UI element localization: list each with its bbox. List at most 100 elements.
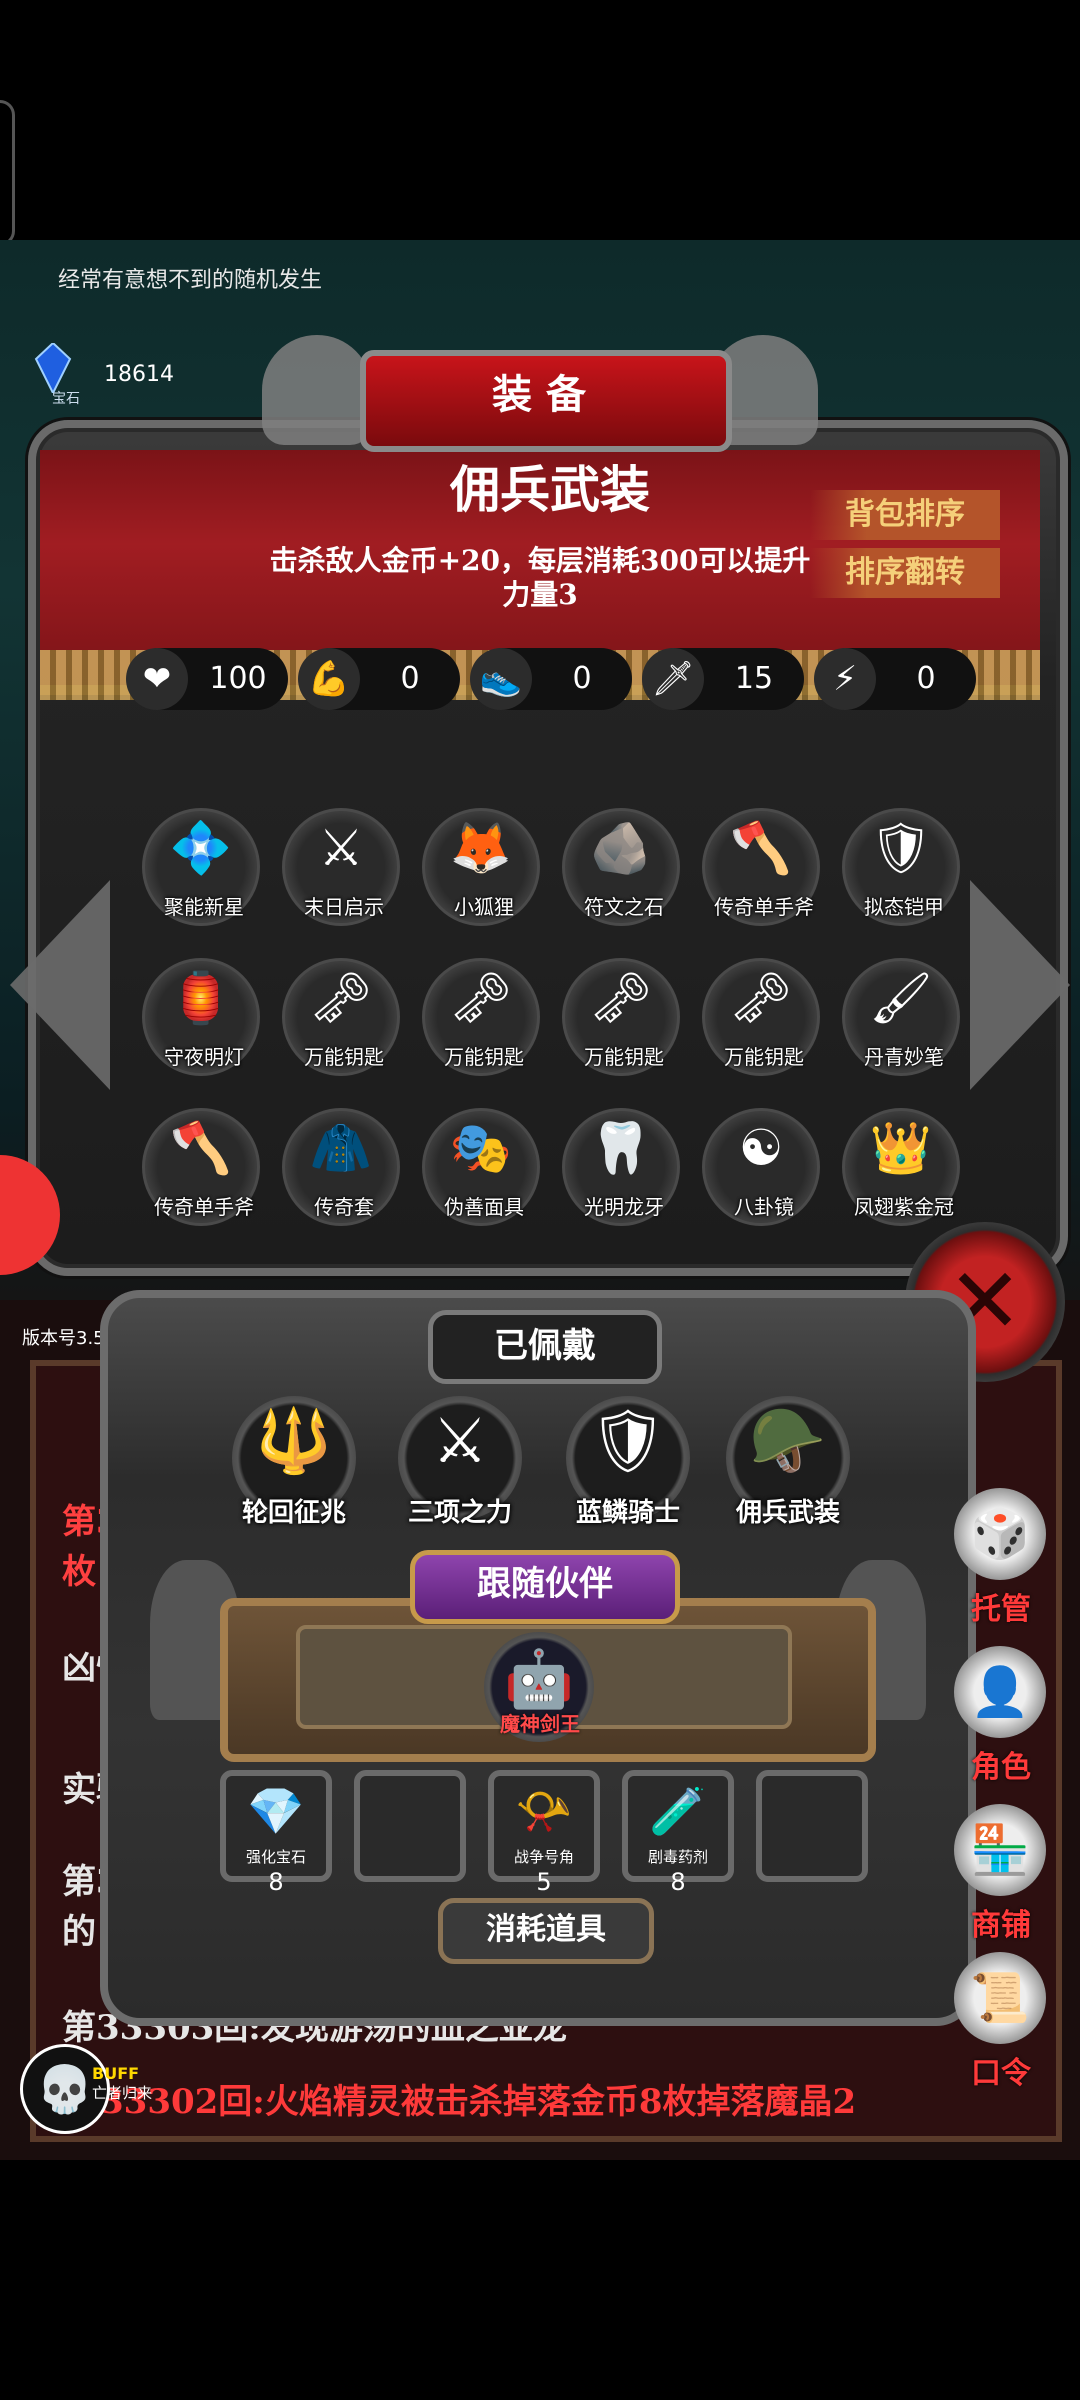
log-line: 枚 <box>62 1552 96 1592</box>
inventory-slot[interactable]: 🗝 万能钥匙 <box>422 958 540 1076</box>
inventory-slot[interactable]: ☯ 八卦镜 <box>702 1108 820 1226</box>
buff-sublabel: 亡者归来 <box>92 2084 153 2102</box>
item-label: 传奇套 <box>314 1195 374 1219</box>
inventory-slot[interactable]: 🛡 拟态铠甲 <box>842 808 960 926</box>
consumable-slot-empty[interactable] <box>354 1770 466 1882</box>
inventory-slot[interactable]: 🦊 小狐狸 <box>422 808 540 926</box>
heart-icon: ❤ <box>126 648 188 710</box>
item-icon: 💠 <box>169 819 233 877</box>
item-icon: 🪓 <box>729 819 793 877</box>
item-label: 万能钥匙 <box>444 1045 524 1069</box>
reverse-sort-button[interactable]: 排序翻转 <box>810 548 1000 598</box>
item-icon: 👑 <box>869 1119 933 1177</box>
item-icon: 🛡 <box>869 819 933 877</box>
menu-label: 角色 <box>971 1750 1031 1785</box>
inventory-slot[interactable]: 🗝 万能钥匙 <box>702 958 820 1076</box>
consumable-count: 8 <box>268 1868 284 1896</box>
shop-button[interactable]: 🏪 商铺 <box>950 1804 1050 1944</box>
inventory-slot[interactable]: 🗝 万能钥匙 <box>282 958 400 1076</box>
equipped-slot[interactable]: 🔱 轮回征兆 <box>232 1396 356 1528</box>
menu-label: 托管 <box>971 1592 1031 1627</box>
item-icon: 🪓 <box>169 1119 233 1177</box>
equipped-item-label: 三项之力 <box>407 1498 512 1528</box>
consumable-slot[interactable]: 📯 战争号角 5 <box>488 1770 600 1896</box>
stat-value: 15 <box>734 661 774 696</box>
equipped-item-icon: ⚔ <box>432 1404 488 1477</box>
item-icon: 🗝 <box>309 969 373 1027</box>
auto-play-button[interactable]: 🎲 托管 <box>950 1488 1050 1628</box>
strength-icon: 💪 <box>298 648 360 710</box>
poison-potion-icon: 🧪 <box>649 1784 707 1838</box>
equipped-item-icon: 🔱 <box>255 1404 333 1477</box>
item-label: 传奇单手斧 <box>714 895 814 919</box>
consumable-label: 战争号角 <box>513 1848 574 1866</box>
inventory-slot[interactable]: 🧥 传奇套 <box>282 1108 400 1226</box>
item-label: 万能钥匙 <box>584 1045 664 1069</box>
item-icon: 🗝 <box>449 969 513 1027</box>
character-button[interactable]: 👤 角色 <box>950 1646 1050 1786</box>
equipped-item-label: 蓝鳞骑士 <box>575 1498 680 1528</box>
strengthen-gem-icon: 💎 <box>247 1784 305 1838</box>
stat-value: 0 <box>400 661 420 696</box>
stat-attack: 🗡 15 <box>642 648 804 710</box>
item-icon: 🧥 <box>309 1119 373 1177</box>
item-name: 佣兵武装 <box>450 460 650 519</box>
inventory-slot[interactable]: 🪨 符文之石 <box>562 808 680 926</box>
item-icon: ☯ <box>738 1119 784 1177</box>
inventory-slot[interactable]: 🦷 光明龙牙 <box>562 1108 680 1226</box>
item-icon: 🦷 <box>589 1119 653 1177</box>
stat-strength: 💪 0 <box>298 648 460 710</box>
inventory-slot[interactable]: 👑 凤翅紫金冠 <box>842 1108 960 1226</box>
item-icon: 🏮 <box>169 969 233 1027</box>
stat-hp: ❤ 100 <box>126 648 288 710</box>
equipped-item-icon: 🛡 <box>588 1404 668 1477</box>
stat-value: 0 <box>572 661 592 696</box>
sort-bag-button[interactable]: 背包排序 <box>810 490 1000 540</box>
buff-label: BUFF <box>92 2064 140 2083</box>
inventory-slot[interactable]: 🪓 传奇单手斧 <box>142 1108 260 1226</box>
item-label: 拟态铠甲 <box>864 895 944 919</box>
left-ornament <box>262 335 372 445</box>
gem-icon <box>34 343 72 393</box>
consumable-slot-empty[interactable] <box>756 1770 868 1882</box>
consumable-slot[interactable]: 🧪 剧毒药剂 8 <box>622 1770 734 1896</box>
sword-icon: 🗡 <box>642 648 704 710</box>
item-label: 丹青妙笔 <box>864 1045 944 1069</box>
item-icon: ⚔ <box>318 819 364 877</box>
inventory-slot[interactable]: 💠 聚能新星 <box>142 808 260 926</box>
item-label: 八卦镜 <box>734 1195 794 1219</box>
equipped-slot[interactable]: ⚔ 三项之力 <box>398 1396 522 1528</box>
consumable-label: 强化宝石 <box>245 1848 306 1866</box>
item-label: 凤翅紫金冠 <box>854 1195 954 1219</box>
consumable-slot[interactable]: 💎 强化宝石 8 <box>220 1770 332 1896</box>
log-line: 33302回:火焰精灵被击杀掉落金币8枚掉落魔晶2 <box>100 2082 857 2122</box>
inventory-slot[interactable]: 🏮 守夜明灯 <box>142 958 260 1076</box>
stat-value: 0 <box>916 661 936 696</box>
item-label: 伪善面具 <box>444 1195 524 1219</box>
inventory-slot[interactable]: ⚔ 末日启示 <box>282 808 400 926</box>
phone-frame-edge <box>0 100 15 246</box>
item-label: 守夜明灯 <box>164 1045 244 1069</box>
item-label: 符文之石 <box>584 895 664 919</box>
item-label: 传奇单手斧 <box>154 1195 254 1219</box>
consumable-count: 5 <box>536 1868 552 1896</box>
item-icon: 🗝 <box>589 969 653 1027</box>
stat-value: 100 <box>209 661 267 696</box>
equipped-item-icon: 🪖 <box>749 1404 827 1477</box>
equipped-slot[interactable]: 🛡 蓝鳞骑士 <box>566 1396 690 1528</box>
scroll-icon: 📜 <box>954 1952 1046 2044</box>
equipped-item-label: 佣兵武装 <box>735 1498 840 1528</box>
item-icon: 🎭 <box>449 1119 513 1177</box>
stat-magic: ⚡ 0 <box>814 648 976 710</box>
code-button[interactable]: 📜 口令 <box>950 1952 1050 2092</box>
menu-label: 口令 <box>971 2056 1031 2091</box>
item-label: 末日启示 <box>304 895 384 919</box>
inventory-slot[interactable]: 🗝 万能钥匙 <box>562 958 680 1076</box>
equipped-slot[interactable]: 🪖 佣兵武装 <box>726 1396 850 1528</box>
item-label: 万能钥匙 <box>304 1045 384 1069</box>
inventory-slot[interactable]: 🖌 丹青妙笔 <box>842 958 960 1076</box>
companion-icon: 🤖 <box>504 1647 574 1712</box>
inventory-slot[interactable]: 🎭 伪善面具 <box>422 1108 540 1226</box>
lightning-icon: ⚡ <box>814 648 876 710</box>
inventory-slot[interactable]: 🪓 传奇单手斧 <box>702 808 820 926</box>
